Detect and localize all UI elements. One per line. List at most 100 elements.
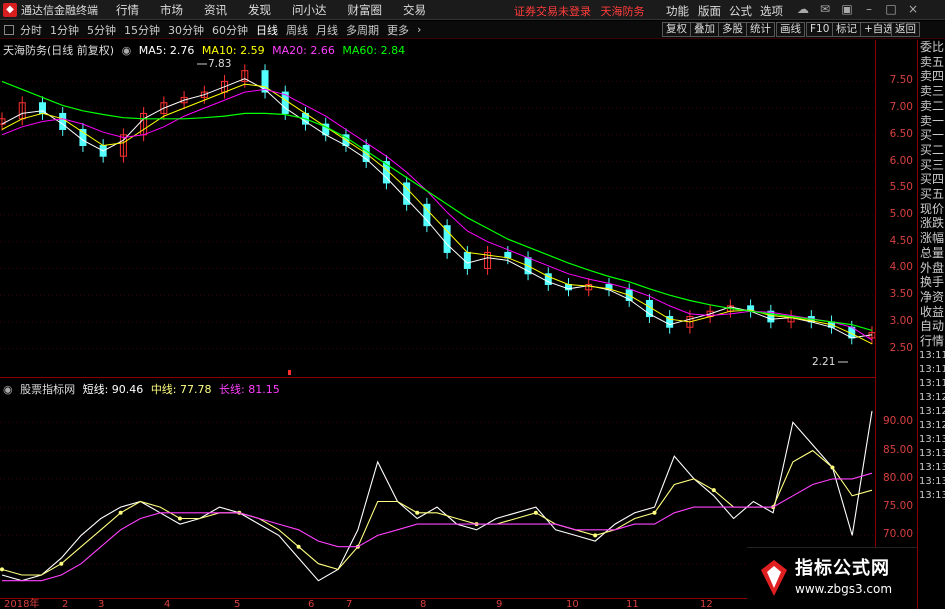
side-label: 买五 [920, 187, 945, 202]
tick-time: 13:12 [919, 419, 945, 431]
period-1min[interactable]: 1分钟 [50, 22, 79, 38]
menu-faxian[interactable]: 发现 [248, 2, 271, 18]
short-line [1, 410, 873, 582]
chevron-right-icon[interactable]: › [417, 23, 421, 36]
login-status-text: 证券交易未登录 [514, 5, 591, 18]
side-label: 涨幅 [920, 231, 945, 246]
candle-body [59, 112, 67, 130]
menu-wenxiaoda[interactable]: 问小达 [292, 2, 327, 18]
period-monthly[interactable]: 月线 [316, 22, 338, 38]
indicator-tick-label: 80.00 [882, 471, 913, 484]
mid-line-dot [296, 544, 301, 549]
price-tick-label: 6.00 [889, 154, 913, 167]
menu-jiaoyi[interactable]: 交易 [403, 2, 426, 18]
side-label: 收益 [920, 304, 945, 319]
maximize-icon[interactable]: □ [884, 2, 898, 16]
date-tick-label: 3 [98, 599, 105, 609]
side-label: 卖四 [920, 69, 945, 84]
long-line [2, 472, 873, 582]
mid-line [1, 449, 873, 576]
indicator-settings-icon[interactable]: ◉ [3, 383, 13, 396]
skin-icon[interactable]: ▣ [840, 2, 854, 16]
event-marker-icon [288, 370, 291, 375]
date-axis: 2018年 2 3 4 5 6 7 8 9 10 11 12 [0, 598, 875, 609]
indicator-tick-label: 90.00 [882, 415, 913, 428]
login-status[interactable]: 证券交易未登录 天海防务 [514, 3, 645, 19]
period-more[interactable]: 更多 [387, 22, 409, 38]
period-weekly[interactable]: 周线 [286, 22, 308, 38]
sync-checkbox[interactable] [4, 24, 14, 35]
menu-gongneng[interactable]: 功能 [666, 3, 689, 19]
title-bar: ◆ 通达信金融终端 行情 市场 资讯 发现 问小达 财富圈 交易 证券交易未登录… [0, 0, 945, 20]
quote-side-panel: 委比 卖五 卖四 卖三 卖二 卖一 买一 买二 买三 买四 买五 现价 涨跌 涨幅 总量 外盘 换手 净资 收益 自动… [917, 40, 945, 609]
kline-chart[interactable] [0, 40, 875, 378]
date-tick-label: 11 [626, 599, 639, 609]
f10-button[interactable]: F10 [806, 22, 834, 37]
legend-ma20: MA20: 2.66 [272, 44, 335, 57]
tongji-button[interactable]: 统计 [746, 22, 775, 37]
fuquan-button[interactable]: 复权 [662, 22, 691, 37]
tick-time: 13:11 [919, 377, 945, 389]
price-tick-label: 5.50 [889, 181, 913, 194]
menu-zixun[interactable]: 资讯 [204, 2, 227, 18]
ma5-line [1, 78, 873, 339]
indicator-tick-label: 85.00 [882, 443, 913, 456]
period-15min[interactable]: 15分钟 [124, 22, 160, 38]
side-label[interactable]: 行情 [918, 334, 945, 349]
menu-gongshi[interactable]: 公式 [729, 3, 752, 19]
app-logo-icon: ◆ [3, 2, 17, 17]
close-icon[interactable]: × [906, 2, 920, 16]
back-button[interactable]: 返回 [891, 22, 920, 37]
kline-pane[interactable]: 天海防务(日线 前复权) ◉ MA5: 2.76 MA10: 2.59 MA20… [0, 40, 875, 378]
period-multi[interactable]: 多周期 [346, 22, 379, 38]
side-label[interactable]: 自动 [918, 319, 945, 334]
menu-hangqing[interactable]: 行情 [116, 2, 139, 18]
candle-body [463, 251, 471, 269]
biaoji-button[interactable]: 标记 [832, 22, 861, 37]
mid-line-dot [118, 510, 123, 515]
side-label: 涨跌 [920, 216, 945, 231]
watermark-title: 指标公式网 [795, 558, 890, 579]
indicator-pane[interactable]: ◉ 股票指标网 短线: 90.46 中线: 77.78 长线: 81.15 [0, 380, 875, 598]
minimize-icon[interactable]: – [862, 2, 876, 16]
legend-settings-icon[interactable]: ◉ [122, 44, 132, 57]
period-fenshi[interactable]: 分时 [20, 22, 42, 38]
price-tick-label: 4.50 [889, 234, 913, 247]
date-tick-label: 9 [496, 599, 503, 609]
tick-time: 13:13 [919, 461, 945, 473]
tick-time: 13:13 [919, 447, 945, 459]
ma60-line [1, 80, 873, 331]
indicator-chart[interactable] [0, 380, 875, 598]
period-daily[interactable]: 日线 [256, 22, 278, 38]
candle-body [443, 225, 451, 253]
side-label: 外盘 [920, 260, 945, 275]
price-tick-label: 2.50 [889, 341, 913, 354]
ma10-line [1, 83, 873, 345]
date-tick-label: 7 [346, 599, 353, 609]
period-60min[interactable]: 60分钟 [212, 22, 248, 38]
menu-shichang[interactable]: 市场 [160, 2, 183, 18]
mid-line-dot [830, 465, 835, 470]
side-label: 卖一 [920, 113, 945, 128]
mid-line-dot [59, 561, 64, 566]
legend-short: 短线: 90.46 [82, 383, 144, 396]
period-5min[interactable]: 5分钟 [87, 22, 116, 38]
menu-caifuquan[interactable]: 财富圈 [348, 2, 383, 18]
diejia-button[interactable]: 叠加 [690, 22, 719, 37]
side-label: 现价 [920, 201, 945, 216]
period-30min[interactable]: 30分钟 [168, 22, 204, 38]
duogu-button[interactable]: 多股 [718, 22, 747, 37]
huaxian-button[interactable]: 画线 [776, 22, 805, 37]
mail-icon[interactable]: ✉ [818, 2, 832, 16]
menu-xuanxiang[interactable]: 选项 [760, 3, 783, 19]
mid-line-dot [415, 510, 420, 515]
menu-banmian[interactable]: 版面 [698, 3, 721, 19]
indicator-tick-label: 75.00 [882, 500, 913, 513]
mid-line-dot [593, 533, 598, 538]
date-tick-label: 12 [700, 599, 713, 609]
watermark: 指标公式网 www.zbgs3.com [747, 547, 917, 609]
mid-line-dot [533, 510, 538, 515]
indicator-tick-label: 70.00 [882, 528, 913, 541]
cloud-icon[interactable]: ☁ [796, 2, 810, 16]
app-title: 通达信金融终端 [21, 3, 98, 17]
